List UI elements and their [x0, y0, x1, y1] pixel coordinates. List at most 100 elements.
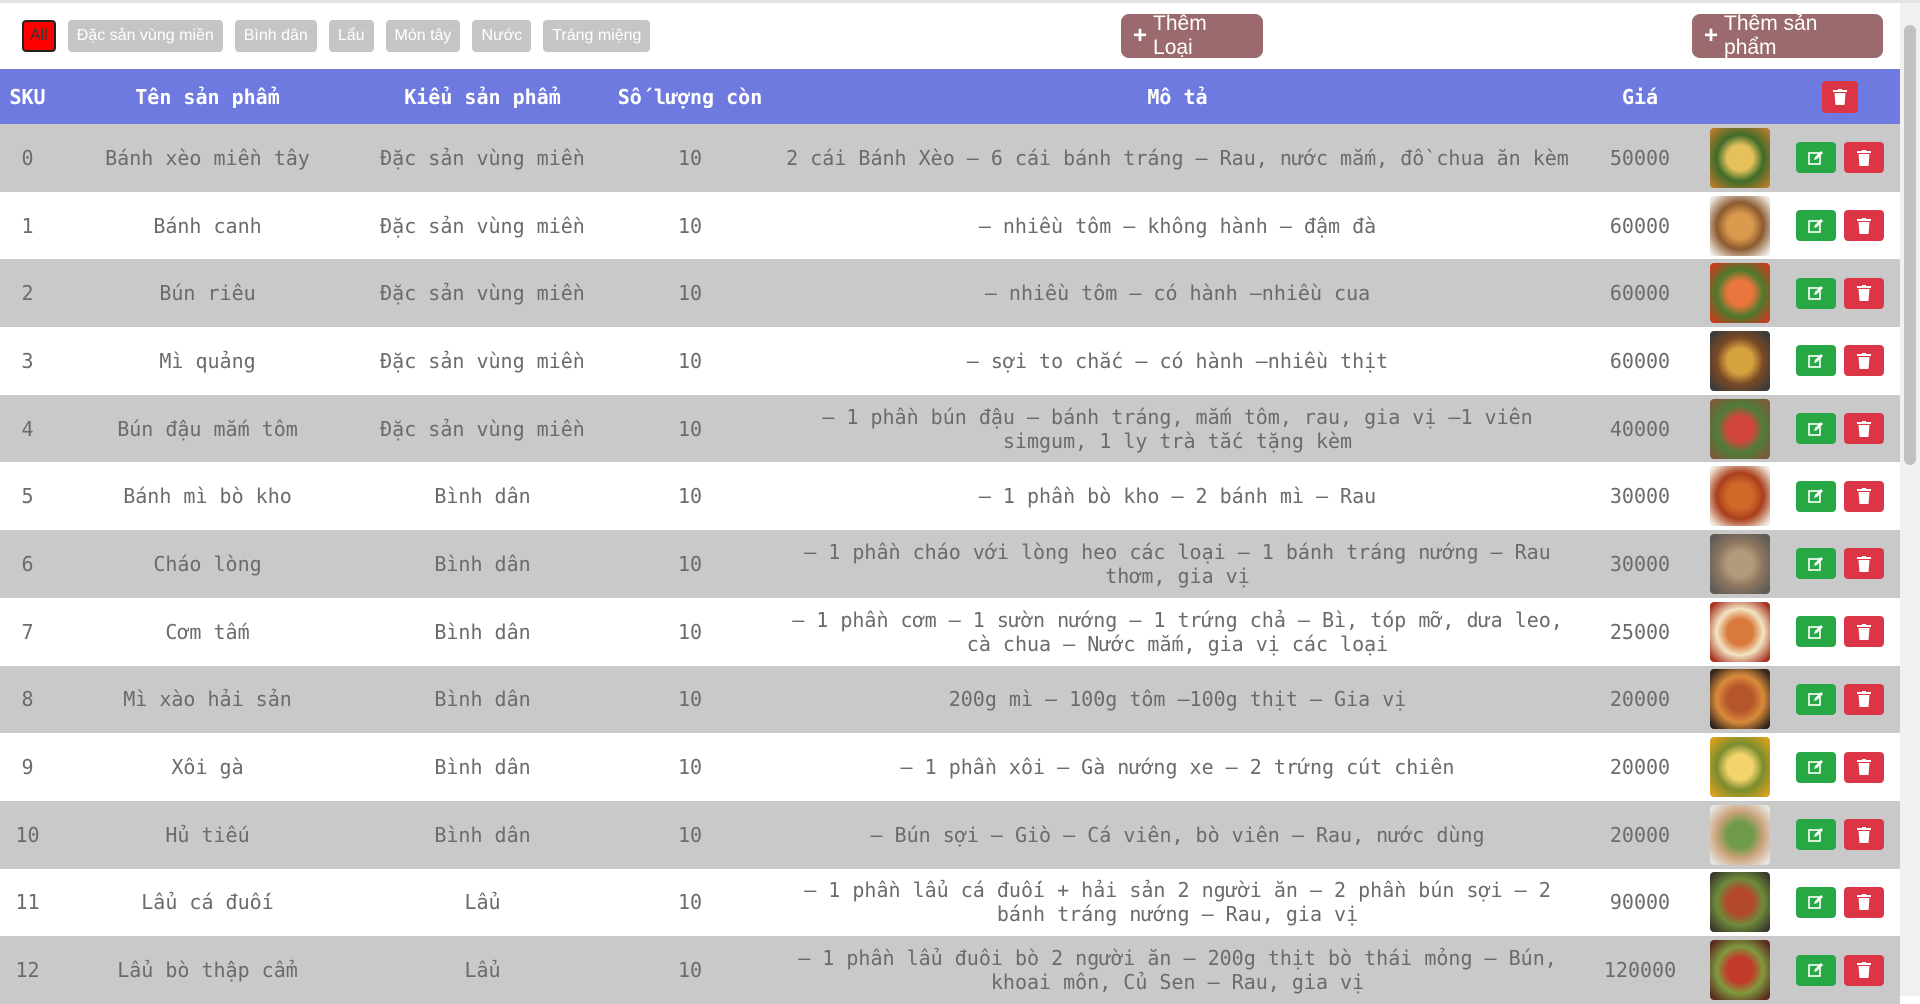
delete-button[interactable] [1844, 751, 1884, 783]
price-cell: 40000 [1609, 416, 1671, 441]
edit-button[interactable] [1796, 480, 1836, 512]
filter-chip[interactable]: All [22, 20, 56, 52]
table-row: 3 Mì quảng Đặc sản vùng miền 10 – sợi to chắ… [0, 327, 1900, 395]
table-row: 12 Lẩu bò thập cẩm Lẩu 10 – 1 phần lẩu đuôi … [0, 936, 1900, 1004]
quantity-cell: 10 [677, 619, 703, 644]
product-image [1710, 263, 1770, 324]
name-cell: Lẩu bò thập cẩm [117, 958, 298, 983]
actions-cell [1780, 192, 1900, 260]
filter-chip[interactable]: Bình dân [234, 20, 317, 52]
actions-cell [1780, 869, 1900, 937]
sku-cell: 12 [15, 958, 40, 983]
edit-icon [1808, 353, 1824, 369]
edit-icon [1808, 421, 1824, 437]
edit-icon [1808, 150, 1824, 166]
quantity-cell: 10 [677, 822, 703, 847]
product-image [1710, 940, 1770, 1001]
filter-chip[interactable]: Món tây [385, 20, 461, 52]
edit-button[interactable] [1796, 210, 1836, 242]
type-cell: Đặc sản vùng miền [380, 145, 585, 170]
header-actions [1780, 69, 1900, 124]
filter-chip[interactable]: Lẩu [328, 20, 374, 52]
add-product-button[interactable]: + Thêm sản phẩm [1692, 12, 1883, 59]
delete-button[interactable] [1844, 413, 1884, 445]
edit-icon [1808, 556, 1824, 572]
header-image [1700, 69, 1780, 124]
table-row: 7 Cơm tấm Bình dân 10 – 1 phần cơm – 1 sườn … [0, 597, 1900, 666]
trash-icon [1857, 149, 1871, 166]
edit-button[interactable] [1796, 751, 1836, 783]
table-row: 11 Lẩu cá đuối Lẩu 10 – 1 phần lẩu cá đuối +… [0, 868, 1900, 937]
sku-cell: 5 [21, 484, 34, 509]
edit-icon [1808, 827, 1824, 843]
trash-icon [1857, 623, 1871, 640]
product-image [1710, 330, 1770, 391]
delete-button[interactable] [1844, 683, 1884, 715]
image-cell [1700, 124, 1780, 192]
header-sku: SKU [9, 84, 46, 109]
edit-button[interactable] [1796, 413, 1836, 445]
description-cell: – 1 phần cơm – 1 sườn nướng – 1 trứng ch… [792, 607, 1563, 656]
image-cell [1700, 462, 1780, 530]
quantity-cell: 10 [677, 213, 703, 238]
price-cell: 30000 [1609, 484, 1671, 509]
product-image [1710, 398, 1770, 459]
edit-button[interactable] [1796, 277, 1836, 309]
actions-cell [1780, 598, 1900, 666]
edit-icon [1808, 962, 1824, 978]
product-image [1710, 195, 1770, 256]
add-category-button[interactable]: + Thêm Loại [1121, 12, 1263, 59]
edit-icon [1808, 691, 1824, 707]
delete-button[interactable] [1844, 277, 1884, 309]
description-cell: 2 cái Bánh Xèo – 6 cái bánh tráng – Rau,… [786, 145, 1569, 170]
delete-button[interactable] [1844, 480, 1884, 512]
delete-all-button[interactable] [1822, 80, 1858, 113]
quantity-cell: 10 [677, 281, 703, 306]
edit-button[interactable] [1796, 886, 1836, 918]
add-product-label: Thêm sản phẩm [1724, 12, 1818, 59]
delete-button[interactable] [1844, 548, 1884, 580]
plus-icon: + [1133, 22, 1148, 49]
type-cell: Lẩu [464, 958, 501, 983]
description-cell: – 1 phần lẩu đuôi bò 2 người ăn – 200g t… [798, 946, 1557, 995]
edit-icon [1808, 759, 1824, 775]
product-image [1710, 872, 1770, 933]
type-cell: Bình dân [434, 755, 531, 780]
filter-chip[interactable]: Tráng miệng [543, 20, 651, 52]
delete-button[interactable] [1844, 616, 1884, 648]
name-cell: Lẩu cá đuối [141, 890, 274, 915]
price-cell: 90000 [1609, 890, 1671, 915]
delete-button[interactable] [1844, 954, 1884, 986]
delete-button[interactable] [1844, 819, 1884, 851]
edit-button[interactable] [1796, 616, 1836, 648]
trash-icon [1857, 352, 1871, 369]
quantity-cell: 10 [677, 348, 703, 373]
delete-button[interactable] [1844, 142, 1884, 174]
name-cell: Bún đậu mắm tôm [117, 416, 298, 441]
edit-button[interactable] [1796, 548, 1836, 580]
edit-button[interactable] [1796, 345, 1836, 377]
trash-icon [1857, 217, 1871, 234]
delete-button[interactable] [1844, 210, 1884, 242]
delete-button[interactable] [1844, 345, 1884, 377]
edit-icon [1808, 624, 1824, 640]
sku-cell: 9 [21, 755, 34, 780]
delete-button[interactable] [1844, 886, 1884, 918]
sku-cell: 4 [21, 416, 34, 441]
edit-button[interactable] [1796, 683, 1836, 715]
table-row: 4 Bún đậu mắm tôm Đặc sản vùng miền 10 – 1 p… [0, 394, 1900, 463]
scrollbar[interactable] [1900, 3, 1920, 996]
description-cell: – 1 phần bò kho – 2 bánh mì – Rau [978, 484, 1377, 509]
edit-button[interactable] [1796, 819, 1836, 851]
price-cell: 20000 [1609, 755, 1671, 780]
filter-chip[interactable]: Nước [472, 20, 532, 52]
description-cell: – Bún sợi – Giò – Cá viên, bò viên – Rau… [870, 822, 1485, 847]
edit-button[interactable] [1796, 142, 1836, 174]
filter-chip[interactable]: Đặc sản vùng miền [67, 20, 223, 52]
price-cell: 120000 [1603, 958, 1677, 983]
edit-button[interactable] [1796, 954, 1836, 986]
description-cell: – nhiều tôm – có hành –nhiều cua [984, 281, 1371, 306]
price-cell: 30000 [1609, 551, 1671, 576]
scrollbar-thumb[interactable] [1904, 25, 1916, 465]
name-cell: Bánh canh [153, 213, 262, 238]
